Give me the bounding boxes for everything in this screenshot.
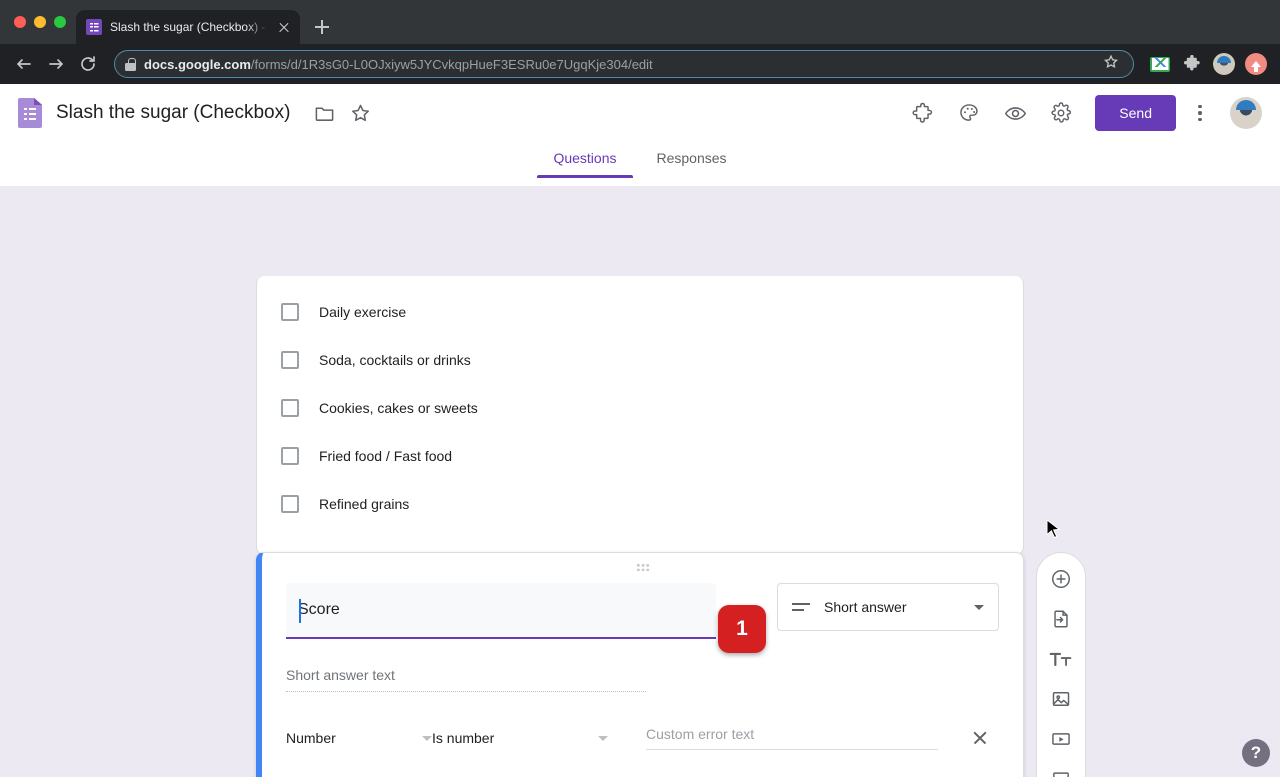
preview-eye-icon[interactable] [997,95,1033,131]
google-forms-favicon-icon [86,19,102,35]
url-domain: docs.google.com [144,56,251,72]
import-questions-icon[interactable] [1037,599,1085,639]
gmail-icon[interactable] [1146,50,1174,78]
checkbox-option-label: Cookies, cakes or sweets [319,400,478,416]
update-icon[interactable] [1242,50,1270,78]
tab-questions[interactable]: Questions [537,142,633,178]
tab-title: Slash the sugar (Checkbox) - G [110,20,268,34]
remove-validation-icon[interactable] [968,726,992,750]
short-answer-icon [792,602,810,612]
custom-error-text-input[interactable]: Custom error text [646,726,938,750]
checkbox-option-row[interactable]: Daily exercise [281,288,999,336]
chevron-down-icon [974,604,984,610]
checkbox-option-row[interactable]: Refined grains [281,480,999,528]
drag-handle-icon[interactable] [286,555,999,579]
close-tab-icon[interactable] [276,19,292,35]
settings-gear-icon[interactable] [1043,95,1079,131]
send-button[interactable]: Send [1095,95,1176,131]
question-type-label: Short answer [824,599,907,615]
maximize-window-button[interactable] [54,16,66,28]
back-icon[interactable] [10,50,38,78]
checkbox-option-label: Daily exercise [319,304,407,320]
answer-hint-text: Short answer text [286,667,646,692]
forward-icon[interactable] [42,50,70,78]
url-text: docs.google.com/forms/d/1R3sG0-L0OJxiyw5… [144,57,653,72]
google-forms-logo-icon [18,98,42,128]
question-title-input[interactable] [286,583,716,639]
checkbox-option-label: Soda, cocktails or drinks [319,352,471,368]
help-button[interactable]: ? [1242,739,1270,767]
question-type-select[interactable]: Short answer [777,583,999,631]
star-icon[interactable] [342,95,378,131]
account-avatar[interactable] [1230,97,1262,129]
reload-icon[interactable] [74,50,102,78]
checkbox-icon[interactable] [281,399,299,417]
checkbox-icon[interactable] [281,495,299,513]
new-tab-button[interactable] [308,13,336,41]
add-question-plus-circle-icon[interactable] [1037,559,1085,599]
window-controls [10,0,76,44]
addons-puzzle-icon[interactable] [905,95,941,131]
checkbox-option-row[interactable]: Cookies, cakes or sweets [281,384,999,432]
form-title[interactable]: Slash the sugar (Checkbox) [56,102,290,124]
browser-tab[interactable]: Slash the sugar (Checkbox) - G [76,10,300,44]
close-window-button[interactable] [14,16,26,28]
validation-rule-label: Is number [432,730,495,746]
step-badge: 1 [718,605,766,653]
checkbox-icon[interactable] [281,447,299,465]
validation-type-label: Number [286,730,336,746]
checkbox-icon[interactable] [281,351,299,369]
add-video-icon[interactable] [1037,719,1085,759]
title-text-icon[interactable] [1037,639,1085,679]
browser-profile-avatar[interactable] [1210,50,1238,78]
add-section-icon[interactable] [1037,759,1085,777]
text-caret [299,599,301,623]
checkbox-question-card: Daily exercise Soda, cocktails or drinks… [256,276,1024,555]
browser-window: Slash the sugar (Checkbox) - G docs.goog… [0,0,1280,777]
theme-palette-icon[interactable] [951,95,987,131]
lock-icon [125,57,136,71]
chevron-down-icon [598,735,608,741]
active-question-card: 1 Short answer Short answer text Number … [256,552,1024,777]
mouse-cursor [1046,519,1061,539]
forms-header-actions: Send [905,95,1262,131]
checkbox-option-label: Fried food / Fast food [319,448,453,464]
checkbox-option-row[interactable]: Soda, cocktails or drinks [281,336,999,384]
validation-rule-select[interactable]: Is number [432,730,608,746]
browser-toolbar: docs.google.com/forms/d/1R3sG0-L0OJxiyw5… [0,44,1280,84]
forms-tabs: Questions Responses [0,142,1280,186]
question-title-row: 1 Short answer [286,583,999,653]
add-image-icon[interactable] [1037,679,1085,719]
folder-icon[interactable] [306,95,342,131]
google-forms-page: Slash the sugar (Checkbox) Send Question… [0,84,1280,777]
checkbox-option-row[interactable]: Fried food / Fast food [281,432,999,480]
validation-row: Number Is number Custom error text [286,726,999,750]
checkbox-option-label: Refined grains [319,496,410,512]
tab-responses[interactable]: Responses [641,142,743,178]
more-vert-icon[interactable] [1186,99,1214,127]
tab-strip: Slash the sugar (Checkbox) - G [0,0,1280,44]
address-bar[interactable]: docs.google.com/forms/d/1R3sG0-L0OJxiyw5… [114,50,1134,78]
question-title-wrapper [286,583,716,639]
bookmark-star-icon[interactable] [1103,54,1123,74]
extensions-puzzle-icon[interactable] [1178,50,1206,78]
question-tools-toolbar [1036,552,1086,777]
forms-header: Slash the sugar (Checkbox) Send [0,84,1280,142]
checkbox-icon[interactable] [281,303,299,321]
chevron-down-icon [422,735,432,741]
minimize-window-button[interactable] [34,16,46,28]
url-path: /forms/d/1R3sG0-L0OJxiyw5JYCvkqpHueF3ESR… [250,56,653,72]
form-canvas: Daily exercise Soda, cocktails or drinks… [0,186,1280,777]
validation-type-select[interactable]: Number [286,730,432,746]
